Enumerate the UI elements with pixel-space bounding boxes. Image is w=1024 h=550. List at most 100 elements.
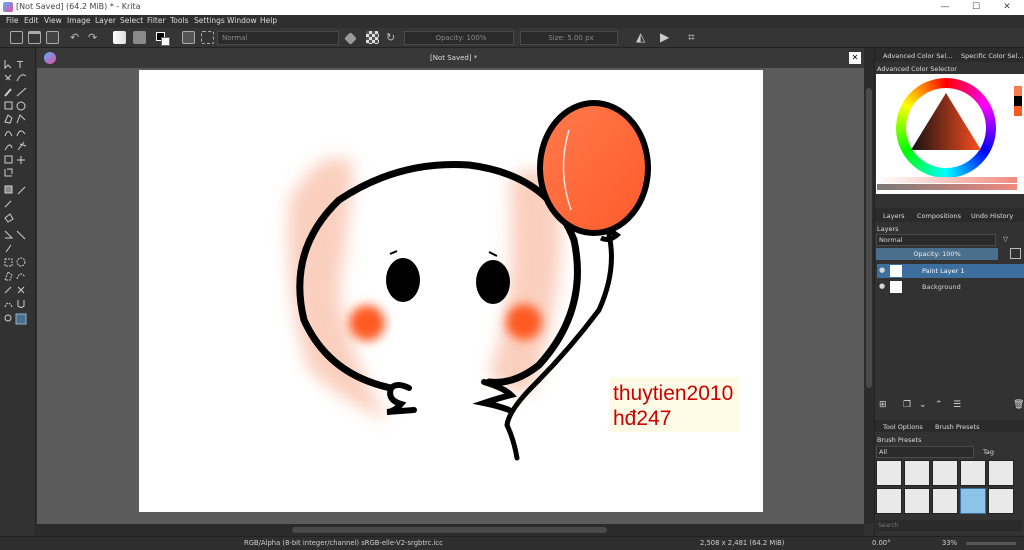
tag-button[interactable]: Tag xyxy=(983,448,994,456)
layer-row-background[interactable]: ● Background xyxy=(877,280,1024,294)
brush-preset-5[interactable] xyxy=(988,460,1014,486)
visibility-eye-icon[interactable]: ● xyxy=(879,266,885,274)
brush-preset-9-selected[interactable] xyxy=(960,488,986,514)
menu-settings[interactable]: Settings xyxy=(194,16,225,25)
move-layer-down-icon[interactable]: ⌄ xyxy=(919,400,927,410)
color-selector-panel[interactable] xyxy=(876,74,1024,194)
vertical-scroll-thumb[interactable] xyxy=(866,88,872,388)
minimize-button[interactable]: — xyxy=(930,0,960,15)
maximize-button[interactable]: ☐ xyxy=(961,0,991,15)
layer-blend-mode-select[interactable]: Normal xyxy=(876,234,996,246)
move-layer-up-icon[interactable]: ⌃ xyxy=(935,400,943,410)
menu-help[interactable]: Help xyxy=(260,16,277,25)
close-tab-button[interactable]: ✕ xyxy=(849,52,861,64)
size-slider[interactable]: Size: 5.00 px xyxy=(520,31,618,45)
menu-edit[interactable]: Edit xyxy=(24,16,39,25)
layer-properties-icon[interactable] xyxy=(1010,248,1021,259)
layer-actions-bar: ⊞ ❐ ⌄ ⌃ ☰ 🗑 xyxy=(875,400,1024,412)
alpha-lock-icon[interactable] xyxy=(366,31,379,44)
brush-preset-10[interactable] xyxy=(988,488,1014,514)
layer-name: Paint Layer 1 xyxy=(922,267,965,275)
undo-icon[interactable]: ↶ xyxy=(70,31,79,44)
brush-preset-3[interactable] xyxy=(932,460,958,486)
menu-file[interactable]: File xyxy=(6,16,19,25)
zoom-slider[interactable] xyxy=(966,542,1016,545)
similar-selection-icon xyxy=(17,286,25,294)
tab-specific-color-selector[interactable]: Specific Color Sel... xyxy=(961,52,1024,60)
recent-colors-strip[interactable] xyxy=(1014,76,1022,126)
document-tab-title[interactable]: [Not Saved] * xyxy=(430,54,477,62)
brush-preset-icon[interactable] xyxy=(182,31,195,44)
menu-window[interactable]: Window xyxy=(227,16,257,25)
tab-tool-options[interactable]: Tool Options xyxy=(883,423,923,431)
horizontal-scrollbar[interactable] xyxy=(37,524,864,536)
reference-image-icon xyxy=(5,244,12,253)
polyline-tool-icon xyxy=(16,114,26,124)
save-icon[interactable] xyxy=(46,31,59,44)
eraser-icon[interactable] xyxy=(344,32,357,45)
close-window-button[interactable]: ✕ xyxy=(992,0,1022,15)
saturation-slider[interactable] xyxy=(877,184,1017,190)
menu-bar: File Edit View Image Layer Select Filter… xyxy=(0,15,1024,28)
layer-filter-icon[interactable]: ▽ xyxy=(1003,235,1008,243)
duplicate-layer-icon[interactable]: ❐ xyxy=(903,400,911,410)
mirror-horizontal-icon[interactable]: ◭ xyxy=(636,30,645,44)
open-document-icon[interactable] xyxy=(28,31,41,44)
smart-patch-icon xyxy=(4,200,12,208)
menu-image[interactable]: Image xyxy=(67,16,91,25)
brush-preset-1[interactable] xyxy=(876,460,902,486)
tab-compositions[interactable]: Compositions xyxy=(917,212,961,220)
layer-opacity-slider[interactable]: Opacity: 100% xyxy=(876,248,998,260)
zoom-level[interactable]: 33% xyxy=(942,539,957,547)
artwork: thuytien2010 hđ247 xyxy=(288,100,739,461)
layer-menu-icon[interactable]: ☰ xyxy=(953,400,961,410)
lightness-slider[interactable] xyxy=(877,177,1017,183)
saturation-triangle[interactable] xyxy=(906,88,986,168)
pattern-selector-icon[interactable] xyxy=(133,31,146,44)
menu-layer[interactable]: Layer xyxy=(95,16,116,25)
calligraphy-icon xyxy=(16,74,27,82)
wrap-around-icon[interactable]: ⌗ xyxy=(688,30,695,45)
rotation-status[interactable]: 0.00° xyxy=(872,539,891,547)
background-color-icon[interactable] xyxy=(161,37,170,46)
brush-filter-select[interactable]: All xyxy=(876,446,974,458)
move-tool-icon xyxy=(17,156,25,164)
gradient-selector-icon[interactable] xyxy=(113,31,126,44)
mirror-vertical-icon[interactable]: ▶ xyxy=(660,30,669,44)
brush-preset-7[interactable] xyxy=(904,488,930,514)
fill-tool-icon xyxy=(4,213,14,223)
tab-undo-history[interactable]: Undo History xyxy=(971,212,1013,220)
menu-view[interactable]: View xyxy=(44,16,62,25)
layer-row-paint-layer-1[interactable]: ● Paint Layer 1 xyxy=(877,264,1024,278)
tab-layers[interactable]: Layers xyxy=(883,212,905,220)
brush-search-input[interactable]: Search xyxy=(876,520,1022,531)
add-layer-icon[interactable]: ⊞ xyxy=(879,400,887,410)
drawing-canvas[interactable]: thuytien2010 hđ247 xyxy=(139,70,763,512)
menu-select[interactable]: Select xyxy=(120,16,143,25)
blend-mode-select[interactable]: Normal xyxy=(217,31,339,45)
brush-settings-icon[interactable] xyxy=(201,31,214,44)
brush-preset-6[interactable] xyxy=(876,488,902,514)
brush-preset-2[interactable] xyxy=(904,460,930,486)
bezier-tool-icon xyxy=(4,131,13,137)
new-document-icon[interactable] xyxy=(10,31,23,44)
menu-filter[interactable]: Filter xyxy=(147,16,166,25)
layer-thumbnail xyxy=(890,281,902,293)
visibility-eye-icon[interactable]: ● xyxy=(879,282,885,290)
horizontal-scroll-thumb[interactable] xyxy=(292,527,607,533)
tab-advanced-color-selector[interactable]: Advanced Color Sel... xyxy=(883,52,952,60)
magnetic-selection-icon xyxy=(17,300,25,308)
main-toolbar: ↶ ↷ Normal ↻ Opacity: 100% Size: 5.00 px… xyxy=(0,28,1024,48)
tab-brush-presets[interactable]: Brush Presets xyxy=(935,423,979,431)
brush-preset-8[interactable] xyxy=(932,488,958,514)
redo-icon[interactable]: ↷ xyxy=(88,31,97,44)
assistant-tool-icon xyxy=(16,230,26,240)
reload-preset-icon[interactable]: ↻ xyxy=(386,31,395,44)
opacity-slider[interactable]: Opacity: 100% xyxy=(404,31,514,45)
brush-preset-4[interactable] xyxy=(960,460,986,486)
right-dock: Advanced Color Sel... Specific Color Sel… xyxy=(874,48,1024,536)
vertical-scrollbar[interactable] xyxy=(864,48,874,524)
delete-layer-icon[interactable]: 🗑 xyxy=(1013,400,1024,410)
menu-tools[interactable]: Tools xyxy=(170,16,188,25)
toolbox-icons: T xyxy=(4,60,27,325)
